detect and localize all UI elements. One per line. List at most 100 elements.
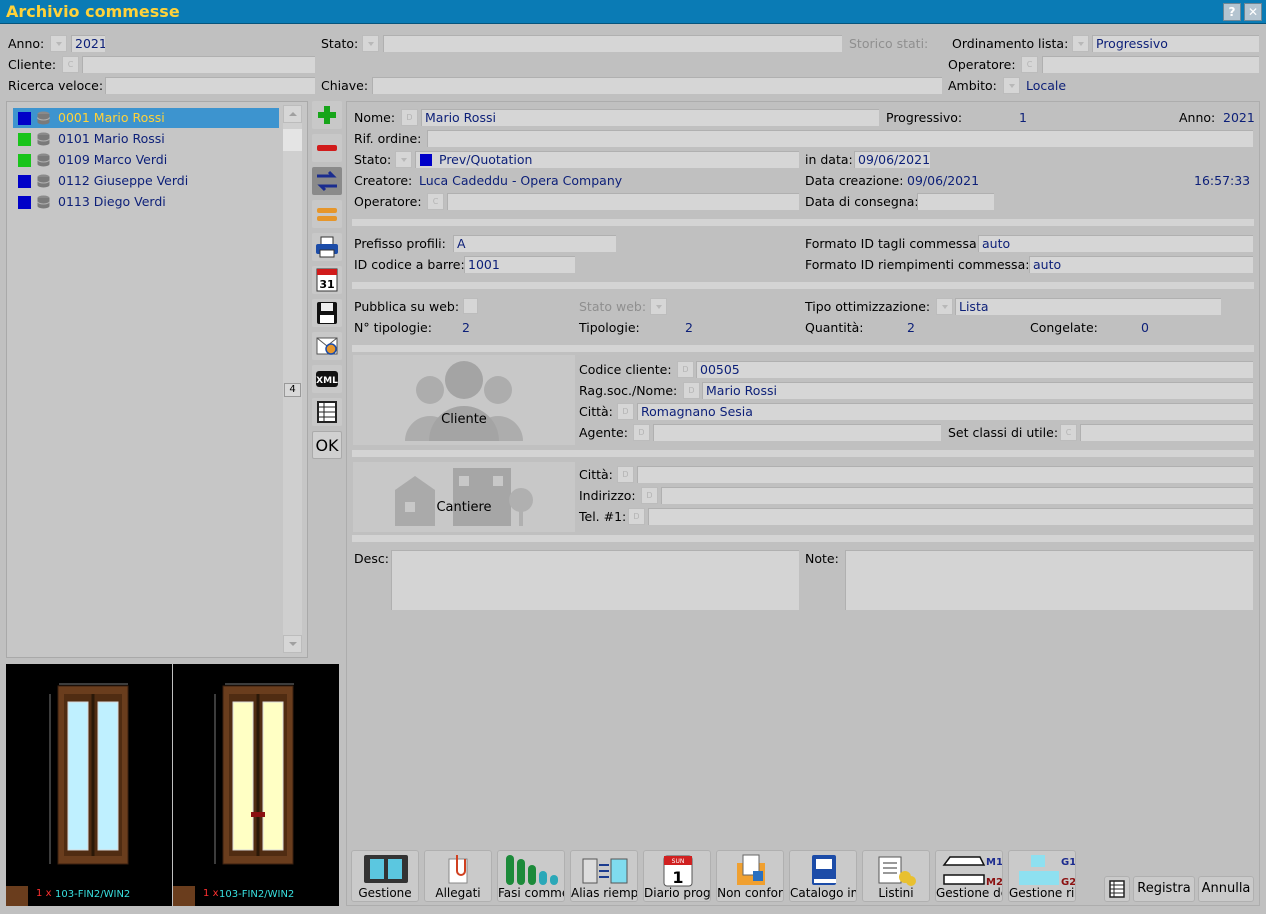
grid-view-button[interactable]	[1104, 876, 1130, 902]
folder-document-icon	[737, 854, 765, 885]
codice-cliente-mark[interactable]: D	[677, 361, 694, 378]
barre-field[interactable]: 1001	[464, 256, 575, 273]
thumb-code-2: 103-FIN2/WIN2	[219, 889, 295, 900]
nome-mark[interactable]: D	[401, 109, 418, 126]
scroll-up-button[interactable]	[283, 105, 302, 123]
riempimenti-field[interactable]: auto	[1029, 256, 1253, 273]
ricerca-input[interactable]	[105, 77, 315, 94]
list-scrollbar[interactable]	[283, 105, 302, 653]
anno-dropdown[interactable]	[50, 35, 67, 52]
table-icon	[317, 401, 337, 423]
calendar-button[interactable]: 31	[312, 266, 342, 294]
gestione-riempimenti-button[interactable]: G1 G2 Gestione rie	[1008, 850, 1076, 902]
cantiere-citta-mark[interactable]: D	[617, 466, 634, 483]
cantiere-tel-field[interactable]	[648, 508, 1253, 525]
profiles-icon: M1M2	[942, 856, 1002, 887]
xml-export-button[interactable]: XML	[312, 365, 342, 393]
help-button[interactable]: ?	[1223, 3, 1241, 21]
listini-button[interactable]: Listini	[862, 850, 930, 902]
operatore-filter-mark[interactable]: C	[1021, 56, 1038, 73]
stato-detail-dropdown[interactable]	[395, 151, 412, 168]
non-conformita-button[interactable]: Non confor	[716, 850, 784, 902]
save-button[interactable]	[312, 299, 342, 327]
ordinamento-dropdown[interactable]	[1072, 35, 1089, 52]
list-item[interactable]: 0101 Mario Rossi	[13, 129, 279, 149]
allegati-button[interactable]: Allegati	[424, 850, 492, 902]
agente-mark[interactable]: D	[633, 424, 650, 441]
ok-button[interactable]: OK	[312, 431, 342, 459]
print-button[interactable]	[312, 233, 342, 261]
citta-mark[interactable]: D	[617, 403, 634, 420]
remove-button[interactable]	[312, 134, 342, 162]
stato-web-dropdown[interactable]	[650, 298, 667, 315]
xml-text: XML	[316, 376, 338, 386]
table-button[interactable]	[312, 398, 342, 426]
data-consegna-field[interactable]	[917, 193, 994, 210]
scroll-down-button[interactable]	[283, 635, 302, 653]
anno-filter-field[interactable]: 2021	[71, 35, 105, 52]
chiave-input[interactable]	[372, 77, 942, 94]
close-button[interactable]: ✕	[1244, 3, 1262, 21]
gestione-materiali-button[interactable]: M1 M2 Gestione de	[935, 850, 1003, 902]
stato-filter-field[interactable]	[383, 35, 842, 52]
add-button[interactable]	[312, 101, 342, 129]
scroll-thumb[interactable]	[283, 129, 302, 151]
status-color-square	[18, 175, 31, 188]
rif-ordine-field[interactable]	[427, 130, 1253, 147]
stato-field[interactable]: Prev/Quotation	[415, 151, 799, 168]
ambito-dropdown[interactable]	[1003, 77, 1020, 94]
thumbnail-1[interactable]: 1 x 103-FIN2/WIN2	[6, 664, 172, 906]
in-data-field[interactable]: 09/06/2021	[854, 151, 930, 168]
stato-dropdown[interactable]	[362, 35, 379, 52]
ambito-value[interactable]: Locale	[1026, 77, 1066, 94]
status-color-square	[18, 154, 31, 167]
thumbnail-2[interactable]: 1 x 103-FIN2/WIN2	[173, 664, 339, 906]
cliente-filter-mark[interactable]: C	[62, 56, 79, 73]
cantiere-indirizzo-mark[interactable]: D	[641, 487, 658, 504]
annulla-button[interactable]: Annulla	[1198, 876, 1254, 902]
window-frame-icon	[364, 855, 408, 883]
cantiere-tel-mark[interactable]: D	[628, 508, 645, 525]
gestione-button[interactable]: Gestione	[351, 850, 419, 902]
cliente-filter-field[interactable]	[82, 56, 315, 73]
transfer-button[interactable]	[312, 167, 342, 195]
operatore-filter-field[interactable]	[1042, 56, 1259, 73]
ragsoc-mark[interactable]: D	[683, 382, 700, 399]
catalogo-button[interactable]: Catalogo im	[789, 850, 857, 902]
thumb-color-swatch-2	[173, 886, 195, 906]
pubblica-web-checkbox[interactable]	[463, 298, 478, 314]
registra-button[interactable]: Registra	[1133, 876, 1195, 902]
tagli-field[interactable]: auto	[978, 235, 1253, 252]
list-item[interactable]: 0113 Diego Verdi	[13, 192, 279, 212]
equal-button[interactable]	[312, 200, 342, 228]
agente-field[interactable]	[653, 424, 941, 441]
cantiere-indirizzo-field[interactable]	[661, 487, 1253, 504]
list-item[interactable]: 0109 Marco Verdi	[13, 150, 279, 170]
equal-icon	[317, 208, 337, 221]
citta-field[interactable]: Romagnano Sesia	[637, 403, 1253, 420]
ragsoc-field[interactable]: Mario Rossi	[702, 382, 1253, 399]
set-classi-field[interactable]	[1080, 424, 1253, 441]
email-button[interactable]	[312, 332, 342, 360]
nome-field[interactable]: Mario Rossi	[421, 109, 879, 126]
ottimizzazione-field[interactable]: Lista	[955, 298, 1221, 315]
list-item[interactable]: 0001 Mario Rossi	[13, 108, 279, 128]
fasi-commessa-button[interactable]: Fasi comme	[497, 850, 565, 902]
ordinamento-label: Ordinamento lista:	[952, 36, 1069, 51]
alias-riempimenti-button[interactable]: Alias riemp.	[570, 850, 638, 902]
codice-cliente-field[interactable]: 00505	[696, 361, 1253, 378]
diario-progetto-button[interactable]: SUN1 Diario proge	[643, 850, 711, 902]
operatore-mark[interactable]: C	[427, 193, 444, 210]
cantiere-citta-field[interactable]	[637, 466, 1253, 483]
svg-text:M1: M1	[986, 857, 1002, 868]
operatore-field[interactable]	[447, 193, 799, 210]
prefisso-field[interactable]: A	[453, 235, 616, 252]
list-item[interactable]: 0112 Giuseppe Verdi	[13, 171, 279, 191]
note-textarea[interactable]	[845, 550, 1253, 610]
ordinamento-field[interactable]: Progressivo	[1092, 35, 1259, 52]
desc-textarea[interactable]	[391, 550, 799, 610]
scroll-marker[interactable]: 4	[284, 383, 301, 397]
ottimizzazione-dropdown[interactable]	[936, 298, 953, 315]
chiave-label: Chiave:	[321, 78, 369, 93]
set-classi-mark[interactable]: C	[1060, 424, 1077, 441]
